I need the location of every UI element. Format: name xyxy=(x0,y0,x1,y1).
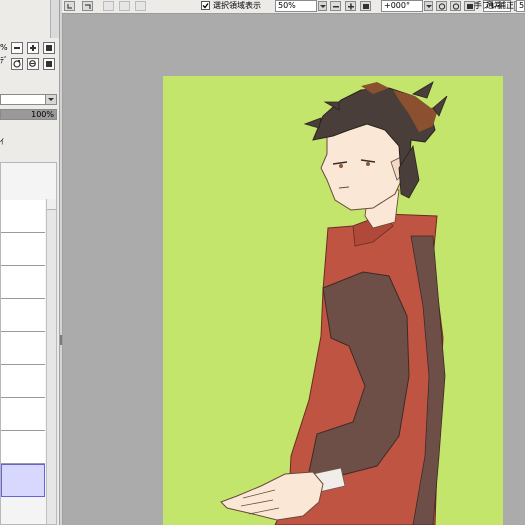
layer-row[interactable] xyxy=(1,299,45,332)
layer-scrollbar[interactable] xyxy=(46,199,56,524)
chevron-down-icon[interactable] xyxy=(45,95,56,104)
deselect-icon[interactable] xyxy=(103,1,114,11)
layer-list xyxy=(0,162,57,525)
canvas-paper[interactable] xyxy=(163,76,503,525)
rotate-left-icon[interactable] xyxy=(436,1,447,11)
blend-mode-select[interactable] xyxy=(0,94,57,105)
reset-button[interactable] xyxy=(43,42,55,54)
layer-row[interactable] xyxy=(1,233,45,266)
zoom-in-button[interactable] xyxy=(345,1,356,11)
panel-scrollbar[interactable] xyxy=(50,0,59,38)
layer-row[interactable] xyxy=(1,332,45,365)
stabilizer-label: 手ブレ補正 xyxy=(474,1,514,10)
canvas-workspace[interactable] xyxy=(63,14,525,525)
layer-row[interactable] xyxy=(1,431,45,464)
zoom-icon[interactable] xyxy=(27,58,39,70)
fit-button[interactable] xyxy=(43,58,55,70)
layer-row[interactable] xyxy=(1,398,45,431)
layer-row[interactable] xyxy=(1,464,45,497)
scroll-up-icon[interactable] xyxy=(47,199,56,210)
rotate-icon[interactable] xyxy=(11,58,23,70)
opacity-value: 100% xyxy=(31,110,54,119)
opacity-slider[interactable]: 100% xyxy=(0,109,57,120)
plus-button[interactable] xyxy=(27,42,39,54)
fragment-label: ﾃﾞ xyxy=(0,56,8,65)
character-illustration xyxy=(220,81,448,525)
layer-row[interactable] xyxy=(1,266,45,299)
percent-label: % xyxy=(0,43,8,52)
splitter-grip[interactable] xyxy=(60,335,62,345)
stabilizer-select[interactable]: 5 xyxy=(516,0,525,12)
show-selection-checkbox[interactable] xyxy=(201,1,210,10)
show-selection-label: 選択領域表示 xyxy=(213,1,261,10)
toolbar: 選択領域表示 50% +000° 通常 xyxy=(62,0,525,14)
zoom-reset-button[interactable] xyxy=(360,1,371,11)
rotate-right-icon[interactable] xyxy=(450,1,461,11)
minus-button[interactable] xyxy=(11,42,23,54)
zoom-select[interactable]: 50% xyxy=(275,0,317,12)
zoom-out-button[interactable] xyxy=(330,1,341,11)
invert-selection-icon[interactable] xyxy=(119,1,130,11)
clear-icon[interactable] xyxy=(135,1,146,11)
undo-icon[interactable] xyxy=(64,1,75,11)
left-panel: % ﾃﾞ 100% ｲ xyxy=(0,0,59,525)
rotation-dropdown-icon[interactable] xyxy=(424,1,433,11)
fragment-label-2: ｲ xyxy=(0,137,4,146)
layer-row[interactable] xyxy=(1,365,45,398)
redo-icon[interactable] xyxy=(82,1,93,11)
layer-row[interactable] xyxy=(1,200,45,233)
zoom-dropdown-icon[interactable] xyxy=(318,1,327,11)
rotation-select[interactable]: +000° xyxy=(381,0,423,12)
